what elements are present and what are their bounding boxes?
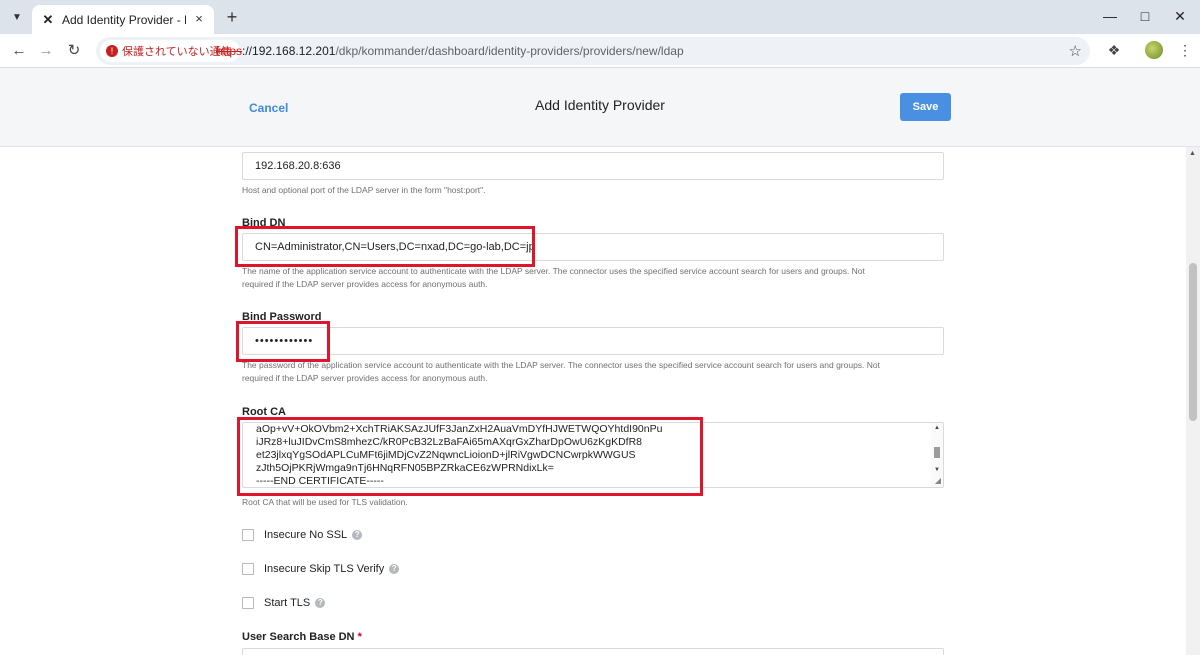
bind-password-help-line1: The password of the application service … [242,360,881,370]
tab-close-icon[interactable]: × [192,12,206,26]
browser-menu-icon[interactable]: ⋮ [1178,40,1192,60]
tab-search-chevron-icon[interactable]: ▼ [6,6,28,28]
required-mark: * [357,631,362,643]
browser-toolbar: ← → ↻ ! 保護されていない通信 https://192.168.12.20… [0,34,1200,68]
bind-dn-help-text: The name of the application service acco… [242,265,952,291]
question-help-icon[interactable]: ? [315,598,326,608]
identity-provider-form: 192.168.20.8:636 Host and optional port … [0,147,1186,655]
url-text[interactable]: https://192.168.12.201/dkp/kommander/das… [216,44,684,58]
page-scrollbar[interactable]: ▲ [1186,147,1200,655]
nutanix-x-icon: ✕ [42,11,54,27]
insecure-skip-tls-verify-row[interactable]: Insecure Skip TLS Verify ? [242,563,400,575]
start-tls-checkbox[interactable] [242,597,254,609]
url-scheme: https [216,44,243,58]
bind-password-input[interactable]: •••••••••••• [242,327,944,355]
insecure-no-ssl-label: Insecure No SSL [264,529,348,541]
insecure-no-ssl-row[interactable]: Insecure No SSL ? [242,529,363,541]
url-host: ://192.168.12.201 [242,44,336,58]
browser-tab-bar: ▼ ✕ Add Identity Provider - Nutanix × + … [0,0,1200,34]
browser-tab[interactable]: ✕ Add Identity Provider - Nutanix × [32,5,214,34]
start-tls-label: Start TLS [264,597,311,609]
question-help-icon[interactable]: ? [389,564,400,574]
bind-dn-help-line2: required if the LDAP server provides acc… [242,279,488,289]
insecure-skip-tls-verify-label: Insecure Skip TLS Verify [264,563,385,575]
root-ca-highlight-box [237,417,703,496]
host-input[interactable]: 192.168.20.8:636 [242,152,944,180]
maximize-icon[interactable]: □ [1130,6,1160,26]
bind-password-highlight-box [236,321,330,362]
root-ca-help-text: Root CA that will be used for TLS valida… [242,497,408,507]
insecure-no-ssl-checkbox[interactable] [242,529,254,541]
reload-icon[interactable]: ↻ [63,40,85,62]
url-path: /dkp/kommander/dashboard/identity-provid… [335,44,684,58]
cancel-button[interactable]: Cancel [249,101,288,115]
save-button[interactable]: Save [900,93,951,121]
bind-dn-highlight-box [235,226,535,267]
address-bar[interactable]: ! 保護されていない通信 https://192.168.12.201/dkp/… [96,37,1090,65]
warning-icon: ! [106,45,118,57]
scroll-down-arrow-icon[interactable]: ▼ [934,467,940,473]
forward-arrow-icon[interactable]: → [35,40,57,62]
host-help-text: Host and optional port of the LDAP serve… [242,185,486,195]
profile-avatar[interactable] [1145,41,1163,59]
scroll-thumb[interactable] [934,447,940,458]
new-tab-button[interactable]: + [222,7,242,27]
app-header: Add Identity Provider Cancel Save [0,68,1200,147]
bookmark-star-icon[interactable]: ☆ [1069,42,1082,60]
page-scroll-thumb[interactable] [1189,263,1197,421]
extensions-puzzle-icon[interactable]: ❖ [1104,40,1124,60]
window-close-icon[interactable]: ✕ [1165,6,1195,26]
question-help-icon[interactable]: ? [352,530,363,540]
bind-password-help-line2: required if the LDAP server provides acc… [242,373,488,383]
scroll-up-arrow-icon[interactable]: ▲ [934,425,940,431]
user-search-base-dn-label-text: User Search Base DN [242,631,355,643]
user-search-base-dn-input[interactable] [242,648,944,655]
back-arrow-icon[interactable]: ← [8,40,30,62]
minimize-icon[interactable]: — [1095,6,1125,26]
user-search-base-dn-label: User Search Base DN * [242,631,362,643]
tab-title: Add Identity Provider - Nutanix [62,12,186,27]
page-scroll-up-arrow-icon[interactable]: ▲ [1189,150,1196,157]
resize-handle-icon[interactable]: ◢ [935,476,941,485]
start-tls-row[interactable]: Start TLS ? [242,597,326,609]
page-title: Add Identity Provider [535,97,665,113]
insecure-skip-tls-verify-checkbox[interactable] [242,563,254,575]
bind-password-help-text: The password of the application service … [242,359,952,385]
